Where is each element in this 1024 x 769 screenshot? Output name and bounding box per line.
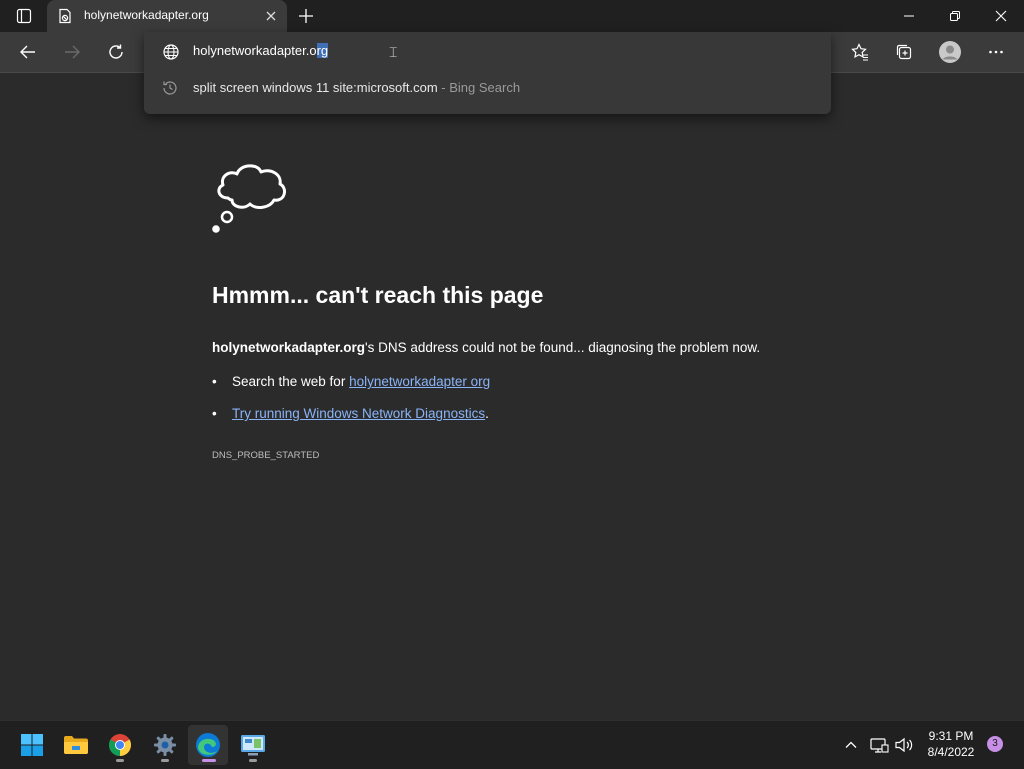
more-dots-icon xyxy=(989,50,1003,54)
network-diagnostics-link[interactable]: Try running Windows Network Diagnostics xyxy=(232,406,485,421)
address-bar-dropdown: holynetworkadapter.org ⌶ split screen wi… xyxy=(144,32,831,114)
address-input[interactable]: holynetworkadapter.org xyxy=(193,43,329,58)
star-list-icon xyxy=(851,43,868,61)
suggestion-suffix: . xyxy=(485,406,489,421)
running-indicator xyxy=(249,759,257,762)
windows-logo-icon xyxy=(21,734,43,756)
list-item: Search the web for holynetworkadapter or… xyxy=(212,374,490,406)
browser-tab[interactable]: holynetworkadapter.org xyxy=(47,0,287,32)
search-web-link[interactable]: holynetworkadapter org xyxy=(349,374,490,389)
control-panel-icon xyxy=(241,735,265,756)
globe-icon xyxy=(163,44,179,60)
error-description-text: 's DNS address could not be found... dia… xyxy=(365,340,761,355)
notification-badge[interactable]: 3 xyxy=(987,736,1003,752)
new-tab-button[interactable] xyxy=(294,4,318,28)
taskbar-control-panel[interactable] xyxy=(233,725,273,765)
address-selected-text: rg xyxy=(316,43,329,58)
forward-button[interactable] xyxy=(56,36,88,68)
collections-button[interactable] xyxy=(888,36,920,68)
close-icon xyxy=(995,10,1007,22)
taskbar-chrome[interactable] xyxy=(100,725,140,765)
folder-icon xyxy=(64,736,88,754)
taskbar-file-explorer[interactable] xyxy=(56,725,96,765)
suggestion-query: split screen windows 11 site:microsoft.c… xyxy=(193,80,438,95)
error-description: holynetworkadapter.org's DNS address cou… xyxy=(212,340,760,355)
chrome-icon xyxy=(109,734,131,756)
suggestion-prefix: Search the web for xyxy=(232,374,350,389)
running-indicator xyxy=(116,759,124,762)
tab-actions-icon xyxy=(16,8,32,24)
text-cursor-icon: ⌶ xyxy=(389,44,398,60)
clock-time: 9:31 PM xyxy=(928,729,974,743)
network-icon[interactable] xyxy=(868,733,890,757)
chevron-up-icon xyxy=(845,741,857,748)
restore-icon xyxy=(950,11,960,21)
error-page-icon xyxy=(59,8,71,24)
close-tab-icon[interactable] xyxy=(263,8,279,24)
refresh-icon xyxy=(109,44,123,59)
running-indicator xyxy=(161,759,169,762)
restore-button[interactable] xyxy=(932,0,978,32)
volume-icon[interactable] xyxy=(893,733,915,757)
error-code: DNS_PROBE_STARTED xyxy=(212,450,320,461)
refresh-button[interactable] xyxy=(100,36,132,68)
avatar-icon xyxy=(939,41,961,63)
back-button[interactable] xyxy=(12,36,44,68)
error-suggestions: Search the web for holynetworkadapter or… xyxy=(212,374,490,438)
list-item: Try running Windows Network Diagnostics. xyxy=(212,406,490,438)
arrow-left-icon xyxy=(20,45,35,59)
collections-icon xyxy=(896,44,912,60)
clock[interactable]: 9:31 PM 8/4/2022 xyxy=(918,728,984,760)
history-icon xyxy=(163,81,177,95)
favorites-button[interactable] xyxy=(844,36,876,68)
taskbar-edge[interactable] xyxy=(188,725,228,765)
profile-button[interactable] xyxy=(934,36,966,68)
tab-actions-button[interactable] xyxy=(8,4,40,28)
gear-icon xyxy=(154,734,176,756)
active-indicator xyxy=(202,759,216,762)
address-text: holynetworkadapter.o xyxy=(193,43,317,58)
taskbar: 9:31 PM 8/4/2022 3 xyxy=(0,720,1024,769)
plus-icon xyxy=(299,9,313,23)
arrow-right-icon xyxy=(65,45,80,59)
close-window-button[interactable] xyxy=(978,0,1024,32)
taskbar-settings[interactable] xyxy=(145,725,185,765)
clock-date: 8/4/2022 xyxy=(927,745,975,759)
suggestion-item[interactable]: split screen windows 11 site:microsoft.c… xyxy=(144,72,831,104)
thought-cloud-icon xyxy=(212,164,287,233)
error-title: Hmmm... can't reach this page xyxy=(212,282,544,308)
settings-more-button[interactable] xyxy=(980,36,1012,68)
title-bar: holynetworkadapter.org xyxy=(0,0,1024,32)
edge-icon xyxy=(196,733,220,757)
error-host: holynetworkadapter.org xyxy=(212,340,366,355)
suggestion-source: - Bing Search xyxy=(437,80,521,95)
minimize-button[interactable] xyxy=(886,0,932,32)
start-button[interactable] xyxy=(12,725,52,765)
tab-title: holynetworkadapter.org xyxy=(84,8,209,22)
minimize-icon xyxy=(904,15,914,17)
show-hidden-icons-button[interactable] xyxy=(840,733,862,757)
